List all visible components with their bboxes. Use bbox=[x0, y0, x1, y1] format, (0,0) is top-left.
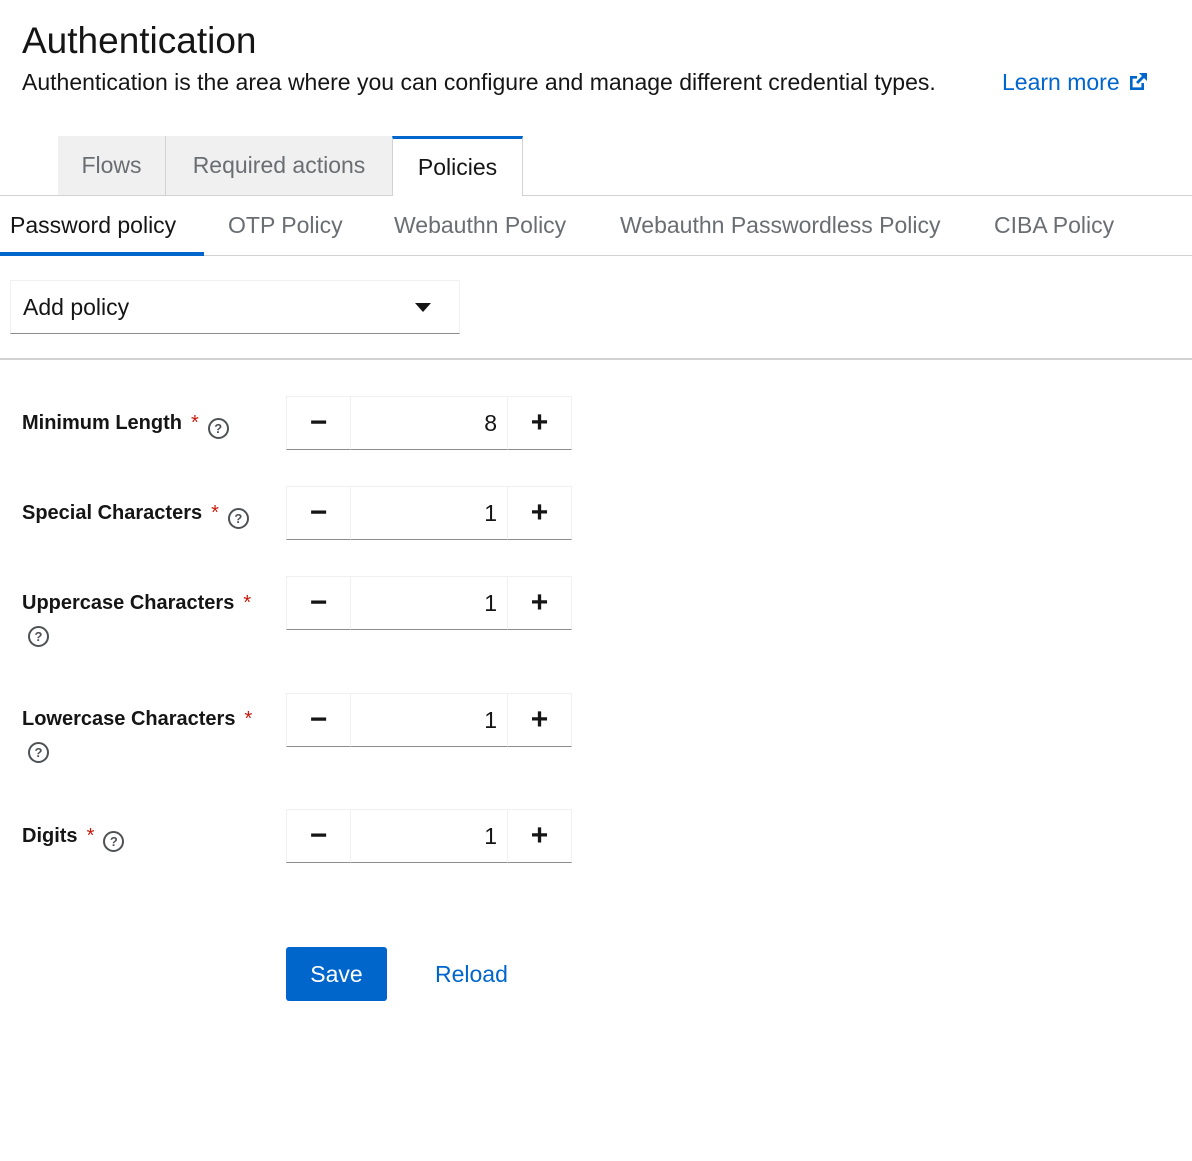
page-title: Authentication bbox=[22, 20, 257, 61]
tab-password-policy[interactable]: Password policy bbox=[10, 196, 176, 255]
caret-down-icon bbox=[415, 303, 431, 312]
add-policy-select[interactable]: Add policy bbox=[10, 280, 460, 334]
lowercase-characters-label: Lowercase Characters * ? bbox=[22, 704, 272, 763]
field-label: Uppercase Characters bbox=[22, 592, 235, 614]
minimum-length-input[interactable]: 8 bbox=[351, 396, 507, 450]
required-marker: * bbox=[86, 825, 95, 847]
minus-button[interactable]: − bbox=[286, 809, 351, 863]
minus-icon: − bbox=[309, 496, 328, 529]
plus-button[interactable]: + bbox=[507, 576, 572, 630]
minus-icon: − bbox=[309, 406, 328, 439]
lowercase-characters-input[interactable]: 1 bbox=[351, 693, 507, 747]
help-icon[interactable]: ? bbox=[28, 626, 49, 647]
tab-required-actions[interactable]: Required actions bbox=[166, 136, 393, 195]
divider bbox=[0, 358, 1192, 360]
lowercase-characters-stepper: − 1 + bbox=[286, 693, 572, 747]
plus-icon: + bbox=[530, 406, 549, 439]
external-link-icon bbox=[1129, 73, 1147, 90]
reload-button[interactable]: Reload bbox=[435, 947, 508, 1001]
plus-button[interactable]: + bbox=[507, 693, 572, 747]
digits-label: Digits *? bbox=[22, 821, 272, 852]
minus-icon: − bbox=[309, 586, 328, 619]
tab-otp-policy[interactable]: OTP Policy bbox=[228, 196, 343, 255]
digits-stepper: − 1 + bbox=[286, 809, 572, 863]
learn-more-label: Learn more bbox=[1002, 69, 1120, 95]
minus-button[interactable]: − bbox=[286, 486, 351, 540]
help-icon[interactable]: ? bbox=[227, 508, 249, 529]
plus-icon: + bbox=[530, 703, 549, 736]
learn-more-link[interactable]: Learn more bbox=[1002, 66, 1150, 98]
plus-button[interactable]: + bbox=[507, 809, 572, 863]
required-marker: * bbox=[211, 502, 219, 524]
plus-icon: + bbox=[530, 819, 549, 852]
special-characters-label: Special Characters *? bbox=[22, 498, 272, 529]
field-label: Lowercase Characters bbox=[22, 708, 236, 730]
field-label: Special Characters bbox=[22, 502, 203, 524]
policy-sub-tabs: Password policy OTP Policy Webauthn Poli… bbox=[0, 196, 1192, 256]
help-icon[interactable]: ? bbox=[28, 742, 49, 763]
tab-policies[interactable]: Policies bbox=[392, 136, 523, 196]
tab-flows[interactable]: Flows bbox=[58, 136, 166, 195]
required-marker: * bbox=[243, 592, 252, 614]
uppercase-characters-stepper: − 1 + bbox=[286, 576, 572, 630]
minus-icon: − bbox=[309, 819, 328, 852]
minus-button[interactable]: − bbox=[286, 693, 351, 747]
special-characters-input[interactable]: 1 bbox=[351, 486, 507, 540]
minimum-length-label: Minimum Length *? bbox=[22, 408, 272, 439]
add-policy-label: Add policy bbox=[23, 293, 130, 320]
uppercase-characters-label: Uppercase Characters * ? bbox=[22, 588, 272, 647]
special-characters-stepper: − 1 + bbox=[286, 486, 572, 540]
plus-icon: + bbox=[530, 586, 549, 619]
help-icon[interactable]: ? bbox=[103, 831, 125, 852]
plus-icon: + bbox=[530, 496, 549, 529]
tab-ciba-policy[interactable]: CIBA Policy bbox=[994, 196, 1114, 255]
required-marker: * bbox=[244, 708, 253, 730]
minus-button[interactable]: − bbox=[286, 396, 351, 450]
page-description: Authentication is the area where you can… bbox=[22, 69, 936, 95]
field-label: Minimum Length bbox=[22, 412, 182, 434]
active-tab-indicator bbox=[0, 252, 204, 256]
required-marker: * bbox=[190, 412, 199, 434]
digits-input[interactable]: 1 bbox=[351, 809, 507, 863]
minimum-length-stepper: − 8 + bbox=[286, 396, 572, 450]
tab-webauthn-policy[interactable]: Webauthn Policy bbox=[394, 196, 566, 255]
minus-icon: − bbox=[309, 703, 328, 736]
main-tabs: Flows Required actions Policies bbox=[0, 136, 1192, 196]
plus-button[interactable]: + bbox=[507, 486, 572, 540]
save-button[interactable]: Save bbox=[286, 947, 387, 1001]
tab-webauthn-passwordless-policy[interactable]: Webauthn Passwordless Policy bbox=[620, 196, 940, 255]
uppercase-characters-input[interactable]: 1 bbox=[351, 576, 507, 630]
plus-button[interactable]: + bbox=[507, 396, 572, 450]
field-label: Digits bbox=[22, 825, 78, 847]
minus-button[interactable]: − bbox=[286, 576, 351, 630]
help-icon[interactable]: ? bbox=[207, 418, 229, 439]
